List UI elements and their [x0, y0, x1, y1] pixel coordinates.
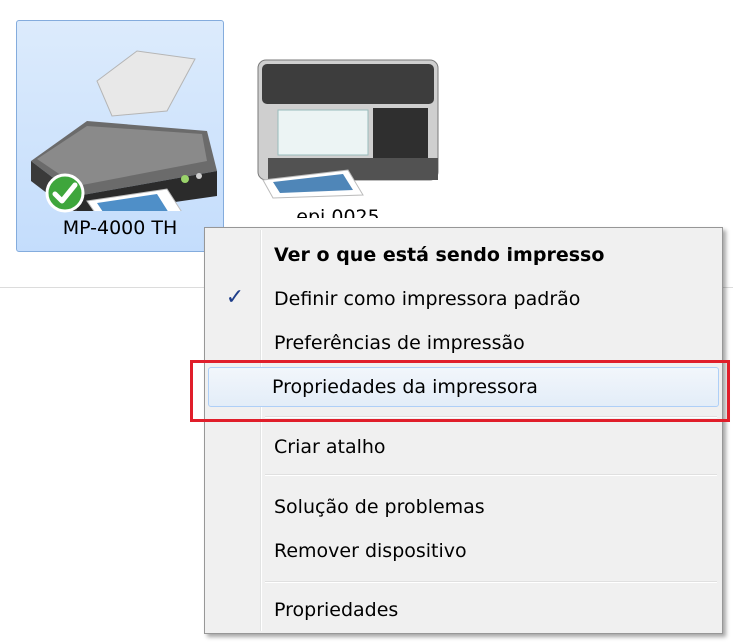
- menu-item-ver-impressao[interactable]: Ver o que está sendo impresso: [208, 235, 719, 275]
- check-icon: ✓: [225, 285, 245, 310]
- menu-item-remover-dispositivo[interactable]: Remover dispositivo: [208, 531, 719, 571]
- menu-separator: [265, 474, 717, 476]
- highlight-annotation-box: [190, 360, 730, 422]
- menu-item-label: Ver o que está sendo impresso: [274, 244, 605, 266]
- menu-separator: [265, 581, 717, 583]
- menu-item-label: Preferências de impressão: [274, 332, 525, 354]
- menu-item-label: Criar atalho: [274, 436, 386, 458]
- green-check-icon: [45, 173, 85, 213]
- device-mp-4000-th[interactable]: MP-4000 TH: [16, 20, 224, 252]
- device-epi-0025[interactable]: epi 0025: [248, 40, 448, 240]
- context-menu: Ver o que está sendo impresso ✓ Definir …: [204, 227, 723, 634]
- menu-item-propriedades[interactable]: Propriedades: [208, 590, 719, 630]
- menu-item-label: Solução de problemas: [274, 496, 485, 518]
- menu-item-definir-padrao[interactable]: ✓ Definir como impressora padrão: [208, 279, 719, 319]
- multifunction-printer-icon: [257, 59, 439, 199]
- device-label: epi 0025: [258, 208, 418, 218]
- menu-item-label: Definir como impressora padrão: [274, 288, 581, 310]
- menu-item-criar-atalho[interactable]: Criar atalho: [208, 427, 719, 467]
- menu-item-label: Remover dispositivo: [274, 540, 467, 562]
- menu-item-solucao-problemas[interactable]: Solução de problemas: [208, 487, 719, 527]
- menu-item-preferencias[interactable]: Preferências de impressão: [208, 323, 719, 363]
- menu-item-label: Propriedades: [274, 599, 399, 621]
- device-label: MP-4000 TH: [62, 217, 178, 239]
